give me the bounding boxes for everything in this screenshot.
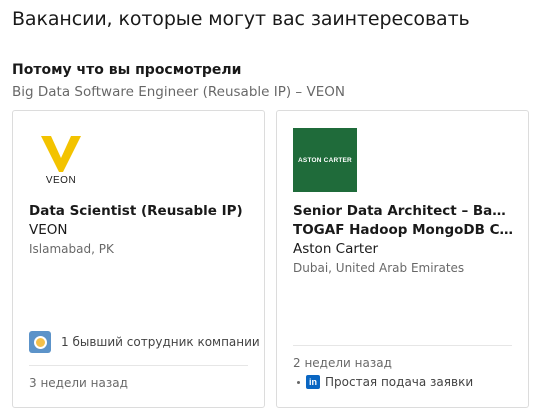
posted-time: 3 недели назад — [29, 376, 128, 390]
company-name: VEON — [29, 222, 68, 238]
viewed-job-link[interactable]: Big Data Software Engineer (Reusable IP)… — [12, 84, 345, 100]
posted-time: 2 недели назад — [293, 356, 392, 370]
insight-text: 1 бывший сотрудник компании — [61, 335, 260, 349]
job-card[interactable]: ASTON CARTER Senior Data Architect – Ban… — [276, 110, 529, 408]
because-viewed-label: Потому что вы просмотрели — [12, 62, 242, 78]
company-name: Aston Carter — [293, 241, 379, 257]
job-title-line-2: TOGAF Hadoop MongoDB Cassa… — [293, 222, 515, 238]
easy-apply-badge: in Простая подача заявки — [297, 375, 473, 389]
job-card[interactable]: VEON Data Scientist (Reusable IP) VEON I… — [12, 110, 265, 408]
veon-logo[interactable]: VEON — [29, 128, 93, 192]
card-divider — [29, 365, 248, 366]
job-location: Dubai, United Arab Emirates — [293, 261, 465, 275]
linkedin-icon: in — [306, 375, 320, 389]
job-title[interactable]: Senior Data Architect – Banking TOGAF Ha… — [293, 202, 515, 240]
aston-carter-logo-text: ASTON CARTER — [298, 156, 352, 164]
aston-carter-logo[interactable]: ASTON CARTER — [293, 128, 357, 192]
veon-logo-text: VEON — [45, 175, 77, 186]
job-title[interactable]: Data Scientist (Reusable IP) — [29, 202, 251, 221]
company-alumni-icon — [29, 331, 51, 353]
job-location: Islamabad, PK — [29, 242, 114, 256]
insight-row: 1 бывший сотрудник компании — [29, 331, 260, 353]
veon-v-icon — [41, 136, 81, 172]
job-title-line-1: Senior Data Architect – Banking — [293, 203, 515, 219]
easy-apply-text: Простая подача заявки — [325, 375, 474, 389]
bullet-dot — [297, 380, 300, 384]
card-divider — [293, 345, 512, 346]
section-title: Вакансии, которые могут вас заинтересова… — [12, 8, 470, 30]
